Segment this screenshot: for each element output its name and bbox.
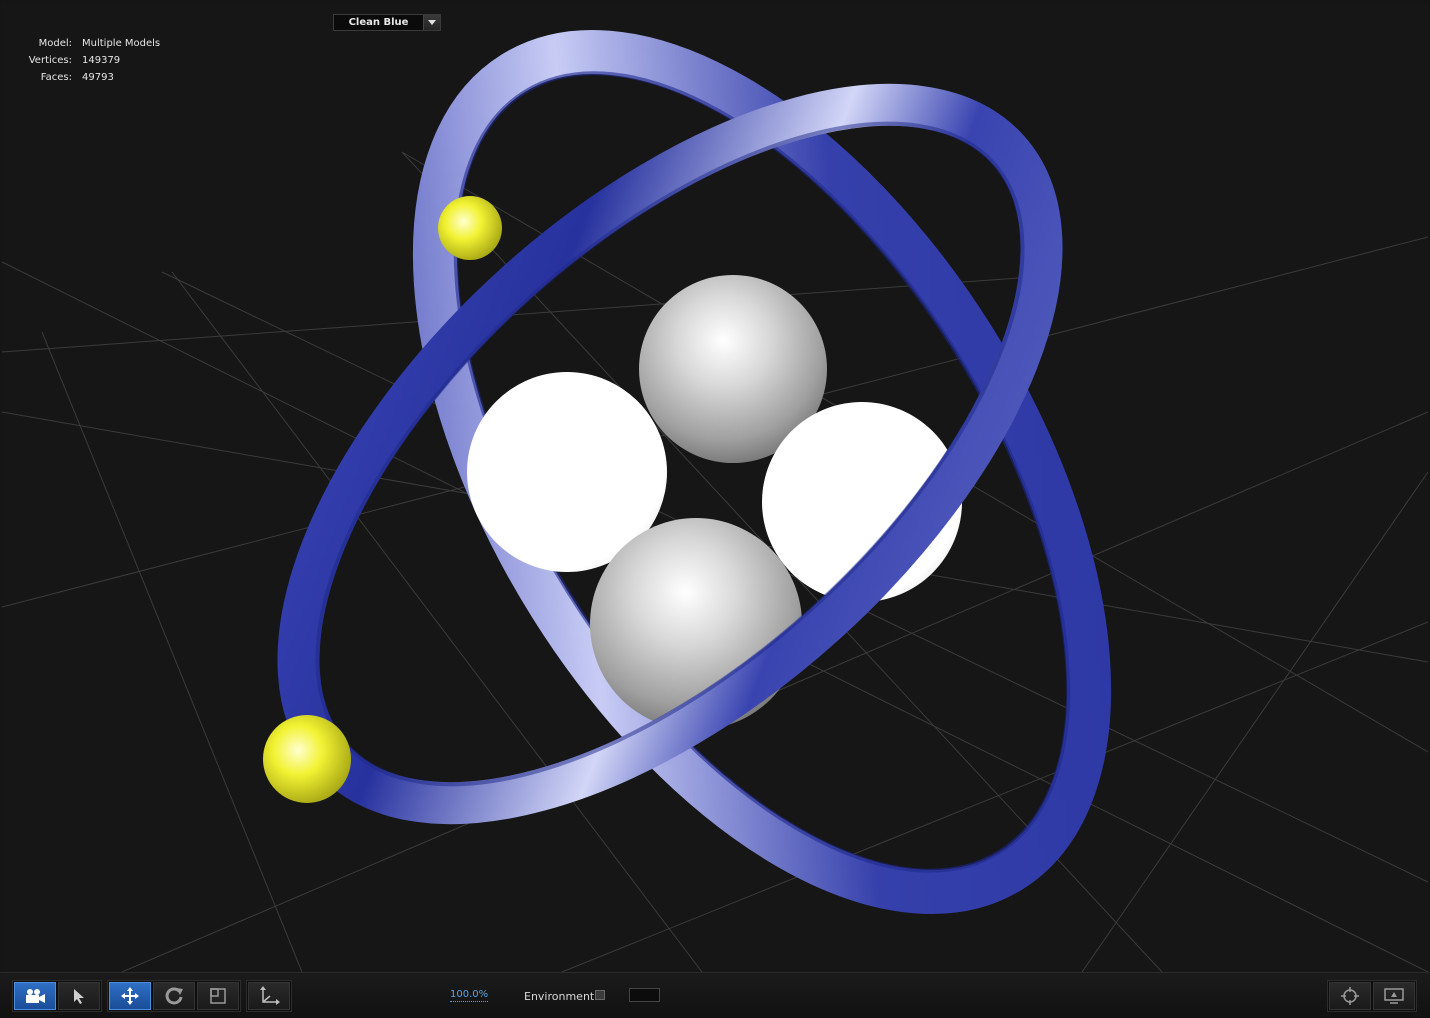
- view-options-group: [1327, 980, 1417, 1012]
- camera-icon: [26, 989, 45, 1003]
- zoom-level[interactable]: 100.0%: [450, 989, 489, 1002]
- faces-label: Faces:: [40, 72, 72, 83]
- preset-value: Clean Blue: [348, 17, 409, 28]
- axes-tool-button[interactable]: [248, 982, 290, 1010]
- model-value: Multiple Models: [82, 38, 161, 49]
- select-tool-button[interactable]: [58, 982, 100, 1010]
- rotate-tool-button[interactable]: [153, 982, 195, 1010]
- monitor-icon: [1384, 988, 1404, 1004]
- chevron-down-icon[interactable]: [423, 15, 440, 30]
- environment-label: Environment: [524, 990, 595, 1003]
- transform-tools-group: [107, 980, 241, 1012]
- faces-value: 49793: [82, 72, 114, 83]
- view-tools-group: [12, 980, 102, 1012]
- scale-tool-button[interactable]: [197, 982, 239, 1010]
- nucleus: [467, 275, 962, 730]
- model-label: Model:: [38, 38, 72, 49]
- move-icon: [121, 987, 139, 1005]
- environment-color-swatch[interactable]: [629, 988, 660, 1002]
- axes-icon: [260, 986, 280, 1005]
- target-icon: [1341, 987, 1359, 1005]
- focus-button[interactable]: [1329, 982, 1371, 1010]
- move-tool-button[interactable]: [109, 982, 151, 1010]
- model-info-panel: Model: Multiple Models Vertices: 149379 …: [16, 35, 160, 86]
- pointer-icon: [74, 989, 84, 1004]
- display-button[interactable]: [1373, 982, 1415, 1010]
- vertices-label: Vertices:: [28, 55, 72, 66]
- environment-checkbox[interactable]: [595, 990, 605, 1000]
- vertices-value: 149379: [82, 55, 121, 66]
- camera-tool-button[interactable]: [14, 982, 56, 1010]
- preset-select[interactable]: Clean Blue: [333, 14, 441, 31]
- axes-tool-group: [246, 980, 292, 1012]
- scale-icon: [210, 988, 226, 1004]
- rotate-icon: [165, 987, 183, 1005]
- 3d-viewport[interactable]: Model: Multiple Models Vertices: 149379 …: [2, 2, 1428, 972]
- scene-canvas[interactable]: [2, 2, 1428, 972]
